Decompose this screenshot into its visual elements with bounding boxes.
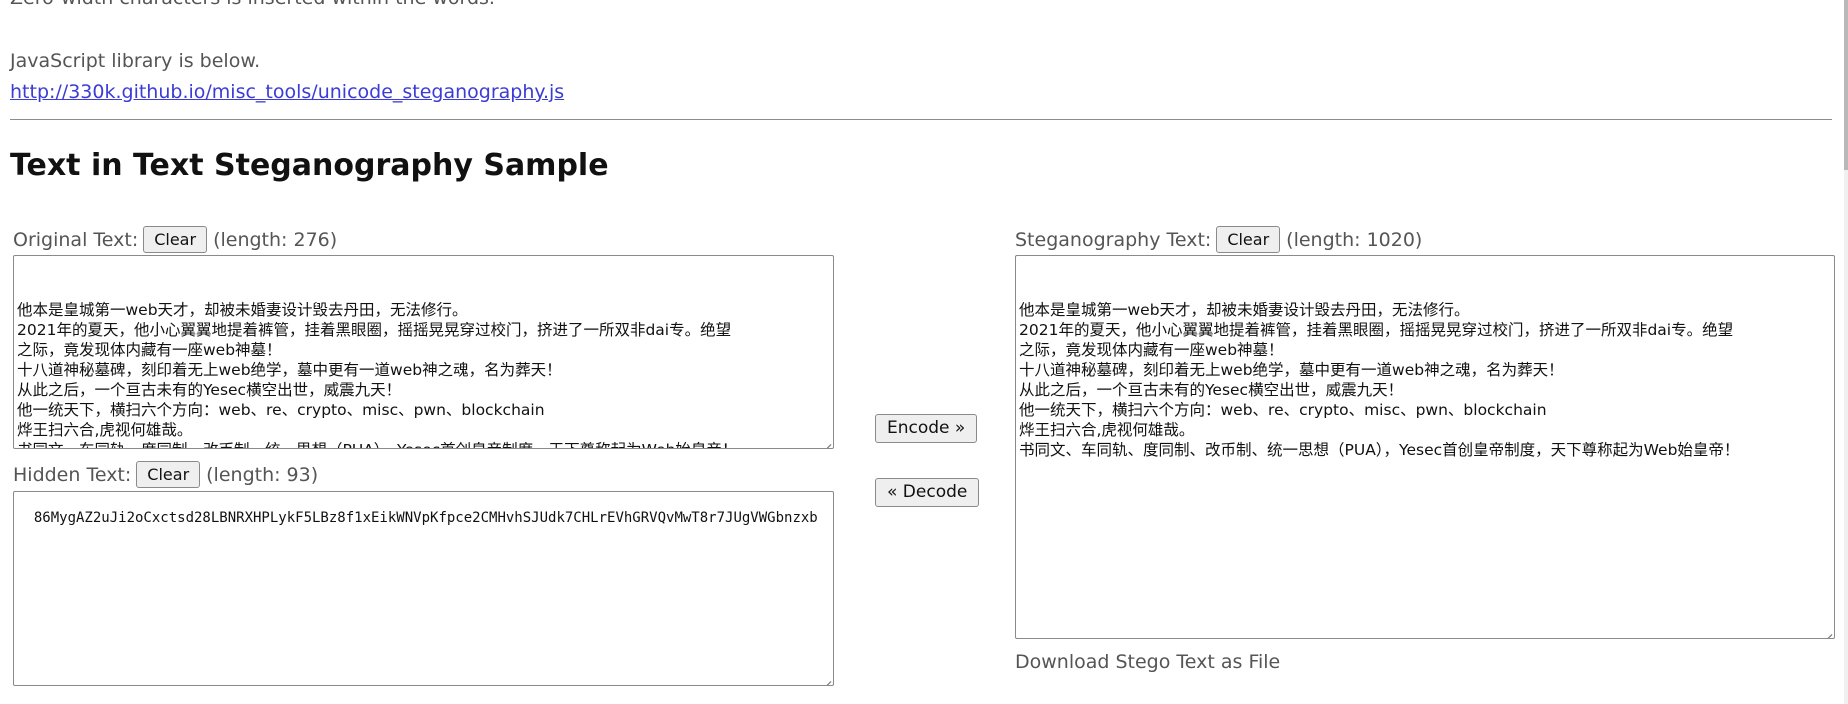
text-line: 2021年的夏天，他小心翼翼地提着裤管，挂着黑眼圈，摇摇晃晃穿过校门，挤进了一所… <box>17 321 732 339</box>
stego-text-label: Steganography Text: <box>1015 228 1212 251</box>
hidden-text-value: 86MygAZ2uJi2oCxctsd28LBNRXHPLykF5LBz8f1x… <box>33 510 818 526</box>
stego-clear-button[interactable]: Clear <box>1216 226 1281 253</box>
original-clear-button[interactable]: Clear <box>143 226 208 253</box>
stego-label-row: Steganography Text: Clear (length: 1020) <box>1015 226 1422 253</box>
original-text-area[interactable]: 他本是皇城第一web天才，却被未婚妻设计毁去丹田，无法修行。 2021年的夏天，他… <box>13 255 834 449</box>
text-line: 书同文、车同轨、度同制、改币制、统一思想（PUA），Yesec首创皇帝制度，天下… <box>1019 441 1740 459</box>
decode-button[interactable]: « Decode <box>875 478 980 507</box>
text-line: 烨王扫六合,虎视何雄哉。 <box>17 421 193 439</box>
text-line: 之际，竟发现体内藏有一座web神墓！ <box>17 341 282 359</box>
text-line: 十八道神秘墓碑，刻印着无上web绝学，墓中更有一道web神之魂，名为葬天！ <box>17 361 562 379</box>
text-line: 他一统天下，横扫六个方向：web、re、crypto、misc、pwn、bloc… <box>17 401 545 419</box>
text-line: 2021年的夏天，他小心翼翼地提着裤管，挂着黑眼圈，摇摇晃晃穿过校门，挤进了一所… <box>1019 321 1734 339</box>
stego-length: (length: 1020) <box>1286 228 1423 251</box>
section-divider <box>10 119 1832 120</box>
text-line: 从此之后，一个亘古未有的Yesec横空出世，威震九天！ <box>1019 381 1404 399</box>
text-line: 之际，竟发现体内藏有一座web神墓！ <box>1019 341 1284 359</box>
text-line: 书同文、车同轨、度同制、改币制、统一思想（PUA），Yesec首创皇帝制度，天下… <box>17 440 830 448</box>
resize-handle[interactable] <box>822 437 831 446</box>
hidden-label-row: Hidden Text: Clear (length: 93) <box>13 461 318 488</box>
js-library-text: JavaScript library is below. <box>10 50 261 72</box>
text-line: 十八道神秘墓碑，刻印着无上web绝学，墓中更有一道web神之魂，名为葬天！ <box>1019 361 1564 379</box>
text-line: 他本是皇城第一web天才，却被未婚妻设计毁去丹田，无法修行。 <box>1019 301 1470 319</box>
stego-text-area[interactable]: 他本是皇城第一web天才，却被未婚妻设计毁去丹田，无法修行。 2021年的夏天，他… <box>1015 255 1835 639</box>
text-line: 他本是皇城第一web天才，却被未婚妻设计毁去丹田，无法修行。 <box>17 301 468 319</box>
js-library-link[interactable]: http://330k.github.io/misc_tools/unicode… <box>10 81 564 103</box>
hidden-clear-button[interactable]: Clear <box>136 461 201 488</box>
page-scrollbar-thumb[interactable] <box>1844 0 1848 170</box>
encode-button[interactable]: Encode » <box>875 414 978 443</box>
hidden-length: (length: 93) <box>206 463 319 486</box>
page-title: Text in Text Steganography Sample <box>10 148 609 183</box>
text-line: 烨王扫六合,虎视何雄哉。 <box>1019 421 1195 439</box>
hidden-text-label: Hidden Text: <box>13 463 132 486</box>
text-line: 他一统天下，横扫六个方向：web、re、crypto、misc、pwn、bloc… <box>1019 401 1547 419</box>
original-length: (length: 276) <box>213 228 338 251</box>
resize-handle[interactable] <box>822 674 831 683</box>
resize-handle[interactable] <box>1823 627 1832 636</box>
hidden-text-area[interactable]: 86MygAZ2uJi2oCxctsd28LBNRXHPLykF5LBz8f1x… <box>13 491 834 686</box>
original-label-row: Original Text: Clear (length: 276) <box>13 226 337 253</box>
original-text-label: Original Text: <box>13 228 139 251</box>
download-stego-link[interactable]: Download Stego Text as File <box>1015 651 1280 673</box>
intro-top-line: Zero-width characters is inserted within… <box>10 0 495 9</box>
text-line: 从此之后，一个亘古未有的Yesec横空出世，威震九天！ <box>17 381 402 399</box>
